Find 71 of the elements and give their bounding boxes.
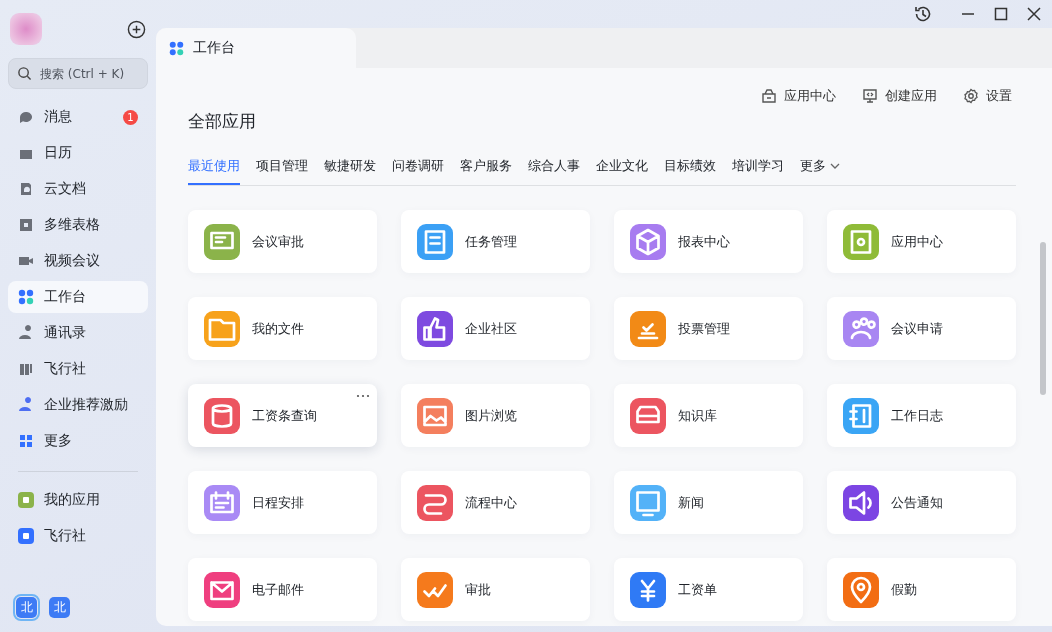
- category-tab[interactable]: 培训学习: [732, 148, 784, 185]
- category-tab[interactable]: 最近使用: [188, 148, 240, 185]
- unread-badge: 1: [123, 109, 138, 125]
- app-card[interactable]: 日程安排: [188, 471, 377, 534]
- app-card[interactable]: 电子邮件: [188, 558, 377, 621]
- maximize-icon[interactable]: [993, 6, 1009, 22]
- app-card[interactable]: 工作日志: [827, 384, 1016, 447]
- app-card[interactable]: 企业社区: [401, 297, 590, 360]
- app-card[interactable]: 工资条查询: [188, 384, 377, 447]
- add-icon[interactable]: [127, 19, 146, 39]
- sidebar-item[interactable]: 企业推荐激励: [8, 389, 148, 421]
- monitor-code-icon: [862, 88, 878, 104]
- grid-icon: [18, 289, 34, 305]
- workspace-avatar[interactable]: 北: [16, 597, 37, 618]
- person-icon: [18, 397, 34, 413]
- app-icon: [18, 492, 34, 508]
- toolbar-button[interactable]: 设置: [963, 83, 1012, 109]
- app-card[interactable]: 会议审批: [188, 210, 377, 273]
- app-card[interactable]: 公告通知: [827, 471, 1016, 534]
- sidebar-item[interactable]: 多维表格: [8, 209, 148, 241]
- category-tab[interactable]: 客户服务: [460, 148, 512, 185]
- sidebar-item[interactable]: 视频会议: [8, 245, 148, 277]
- app-card[interactable]: 审批: [401, 558, 590, 621]
- category-tab[interactable]: 问卷调研: [392, 148, 444, 185]
- category-tab[interactable]: 项目管理: [256, 148, 308, 185]
- scrollbar[interactable]: [1040, 242, 1046, 395]
- history-icon[interactable]: [913, 4, 933, 24]
- toolbar-button[interactable]: 应用中心: [761, 83, 836, 109]
- table-icon: [18, 217, 34, 233]
- app-card[interactable]: 图片浏览: [401, 384, 590, 447]
- chevron-down-icon: [830, 162, 840, 169]
- sidebar-item[interactable]: 日历: [8, 137, 148, 169]
- sidebar-item[interactable]: 消息 1: [8, 101, 148, 133]
- search-icon: [17, 66, 32, 81]
- search-field[interactable]: 搜索 (Ctrl + K): [8, 58, 148, 89]
- app-card[interactable]: 任务管理: [401, 210, 590, 273]
- store-icon: [761, 88, 777, 104]
- workspace-avatar[interactable]: 北: [49, 597, 70, 618]
- app-card[interactable]: 知识库: [614, 384, 803, 447]
- category-tab[interactable]: 综合人事: [528, 148, 580, 185]
- app-card[interactable]: 工资单: [614, 558, 803, 621]
- chat-icon: [18, 109, 34, 125]
- contact-icon: [18, 325, 34, 341]
- app-card[interactable]: 投票管理: [614, 297, 803, 360]
- app-card[interactable]: 我的文件: [188, 297, 377, 360]
- apps-icon: [18, 433, 34, 449]
- category-tab[interactable]: 企业文化: [596, 148, 648, 185]
- workspace-tab[interactable]: 工作台: [156, 28, 356, 68]
- category-tab[interactable]: 目标绩效: [664, 148, 716, 185]
- close-icon[interactable]: [1026, 6, 1042, 22]
- sidebar-item[interactable]: 通讯录: [8, 317, 148, 349]
- app-card[interactable]: 会议申请: [827, 297, 1016, 360]
- sidebar-item[interactable]: 云文档: [8, 173, 148, 205]
- settings-icon: [963, 88, 979, 104]
- section-title: 全部应用: [188, 110, 257, 133]
- category-tab[interactable]: 更多: [800, 148, 840, 185]
- category-tab[interactable]: 敏捷研发: [324, 148, 376, 185]
- sidebar-item[interactable]: 飞行社: [8, 353, 148, 385]
- app-card[interactable]: 假勤: [827, 558, 1016, 621]
- sidebar-item[interactable]: 飞行社: [8, 520, 148, 552]
- toolbar-button[interactable]: 创建应用: [862, 83, 937, 109]
- grid-icon: [169, 40, 184, 56]
- sidebar-item[interactable]: 工作台: [8, 281, 148, 313]
- app-card[interactable]: 流程中心: [401, 471, 590, 534]
- app-card[interactable]: 新闻: [614, 471, 803, 534]
- app-card[interactable]: 报表中心: [614, 210, 803, 273]
- document-icon: [18, 181, 34, 197]
- sidebar-item[interactable]: 更多: [8, 425, 148, 457]
- app-card[interactable]: 应用中心: [827, 210, 1016, 273]
- sidebar-item[interactable]: 我的应用: [8, 484, 148, 516]
- more-icon[interactable]: [356, 394, 370, 398]
